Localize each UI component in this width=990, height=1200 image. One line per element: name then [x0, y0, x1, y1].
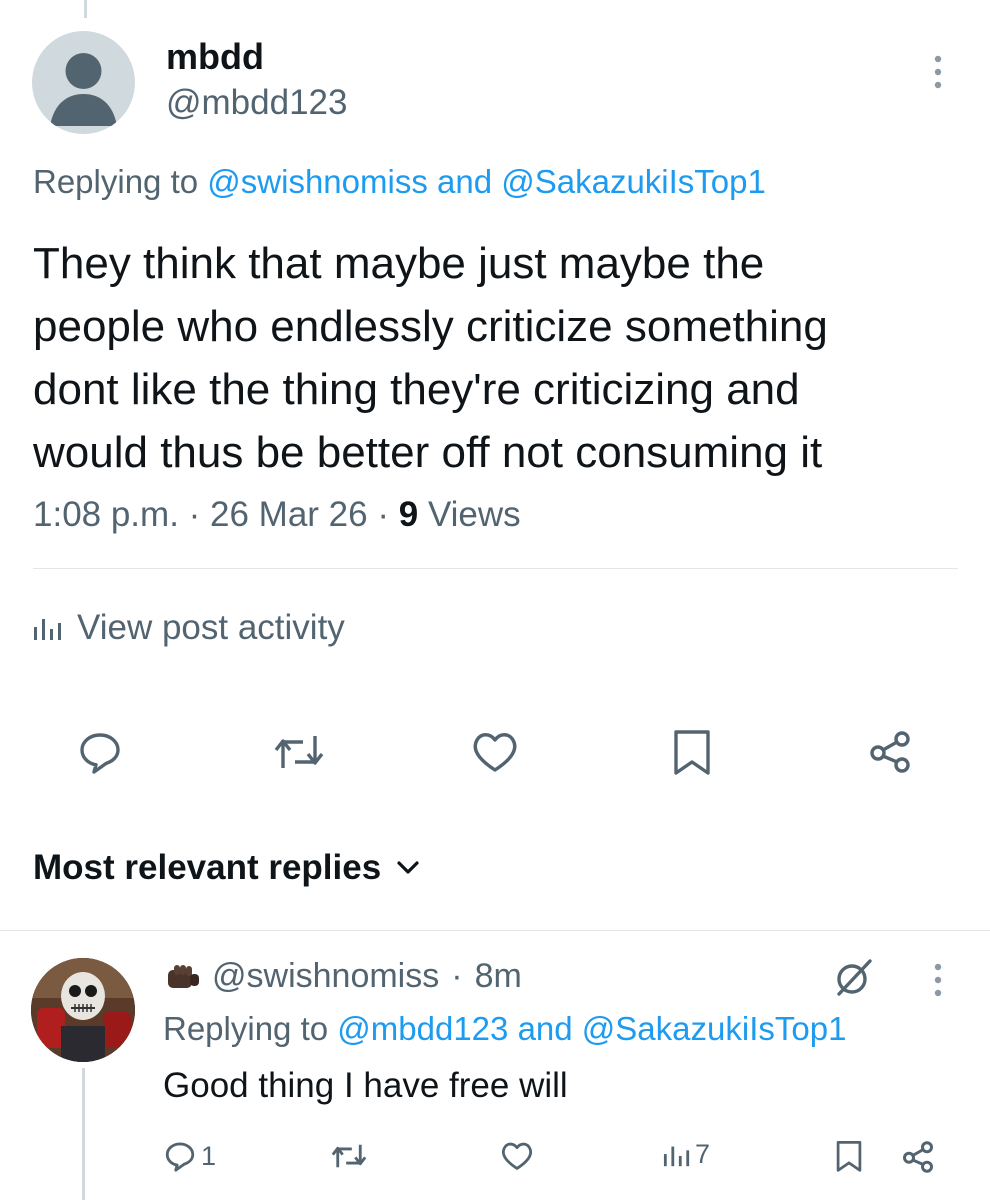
- more-options-icon[interactable]: [930, 54, 946, 90]
- grok-icon[interactable]: [832, 955, 876, 999]
- like-heart-icon[interactable]: [469, 728, 517, 776]
- reply-button[interactable]: 1: [163, 1139, 216, 1173]
- post-text: They think that maybe just maybe the peo…: [33, 239, 828, 477]
- replies-sort-dropdown[interactable]: Most relevant replies: [33, 848, 419, 888]
- reply-icon[interactable]: [76, 728, 124, 776]
- mention-link[interactable]: @SakazukiIsTop1: [582, 1010, 847, 1047]
- mention-link[interactable]: @SakazukiIsTop1: [501, 163, 766, 200]
- views-count: 9: [398, 495, 419, 534]
- analytics-icon: [34, 619, 61, 640]
- more-options-icon[interactable]: [930, 962, 946, 998]
- reply-handle[interactable]: @swishnomiss: [212, 957, 439, 996]
- repost-icon[interactable]: [272, 728, 324, 776]
- share-button[interactable]: [900, 1139, 936, 1175]
- avatar[interactable]: [32, 31, 135, 134]
- chevron-down-icon: [397, 861, 419, 874]
- mention-link[interactable]: @mbdd123: [337, 1010, 508, 1047]
- views-button[interactable]: 7: [663, 1139, 710, 1170]
- bookmark-button[interactable]: [834, 1139, 864, 1173]
- reply-count: 1: [201, 1140, 217, 1171]
- divider: [33, 568, 958, 569]
- reply-header: @swishnomiss · 8m: [166, 957, 522, 996]
- bookmark-icon: [836, 1141, 862, 1172]
- fist-emoji-icon: [168, 964, 199, 988]
- post-date[interactable]: 26 Mar 26: [210, 495, 368, 534]
- repost-button[interactable]: [330, 1139, 368, 1173]
- like-button[interactable]: [499, 1139, 535, 1173]
- post-action-bar: [0, 710, 990, 790]
- avatar[interactable]: [31, 958, 135, 1062]
- divider: [0, 930, 990, 931]
- share-icon: [903, 1141, 933, 1173]
- default-avatar-icon: [50, 53, 117, 126]
- display-name[interactable]: mbdd: [166, 36, 264, 78]
- share-icon[interactable]: [866, 728, 914, 776]
- reply-text: Good thing I have free will: [163, 1066, 568, 1105]
- like-heart-icon: [501, 1142, 533, 1170]
- thread-line: [84, 0, 87, 18]
- reply-views-count: 7: [695, 1139, 711, 1169]
- reply-icon: [165, 1142, 195, 1172]
- bookmark-icon[interactable]: [670, 728, 718, 776]
- skull-avatar-image: [31, 958, 135, 1062]
- replying-to: Replying to @mbdd123 and @SakazukiIsTop1: [163, 1010, 847, 1047]
- replying-to: Replying to @swishnomiss and @SakazukiIs…: [33, 163, 766, 200]
- reply-action-bar: 1 7: [0, 1135, 990, 1185]
- post-time[interactable]: 1:08 p.m.: [33, 495, 179, 534]
- mention-link[interactable]: @swishnomiss: [207, 163, 428, 200]
- view-post-activity-button[interactable]: View post activity: [33, 608, 345, 648]
- repost-icon: [331, 1144, 367, 1168]
- views-label: Views: [427, 495, 521, 534]
- post-meta: 1:08 p.m. · 26 Mar 26 · 9 Views: [33, 495, 521, 534]
- reply-age[interactable]: 8m: [475, 957, 522, 996]
- user-handle[interactable]: @mbdd123: [166, 83, 347, 123]
- analytics-icon: [663, 1146, 690, 1166]
